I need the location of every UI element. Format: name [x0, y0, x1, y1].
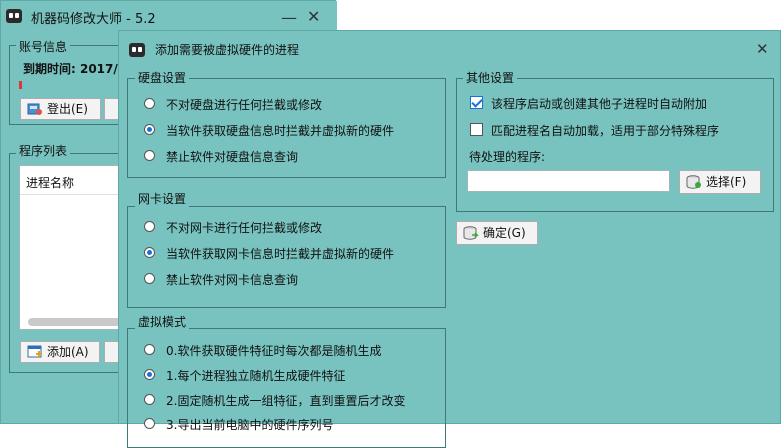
process-name-column-header[interactable]: 进程名称: [26, 174, 74, 191]
app-logo-icon: [6, 9, 22, 23]
radio-selected-icon: [144, 247, 155, 258]
virtual-mode-label: 虚拟模式: [135, 313, 190, 330]
radio-icon: [144, 394, 155, 405]
mode-option-1-label: 1.每个进程独立随机生成硬件特征: [166, 369, 346, 383]
disk-option-0-label: 不对硬盘进行任何拦截或修改: [166, 98, 323, 112]
pending-program-label: 待处理的程序:: [469, 150, 546, 164]
select-button[interactable]: 选择(F): [679, 170, 761, 194]
add-button[interactable]: 添加(A): [20, 341, 100, 363]
auto-attach-label: 该程序启动或创建其他子进程时自动附加: [491, 97, 708, 111]
status-indicator: [19, 81, 22, 89]
database-confirm-icon: [463, 226, 479, 240]
dialog-title: 添加需要被虚拟硬件的进程: [155, 43, 300, 57]
pending-program-input[interactable]: [467, 170, 670, 192]
nic-settings-label: 网卡设置: [135, 190, 190, 207]
radio-icon: [144, 273, 155, 284]
add-button-label: 添加(A): [47, 345, 89, 359]
account-group-label: 账号信息: [16, 38, 71, 55]
radio-icon: [144, 150, 155, 161]
add-window-icon: [27, 345, 43, 359]
disk-option-1-label: 当软件获取硬盘信息时拦截并虚拟新的硬件: [166, 124, 395, 138]
main-title-bar[interactable]: 机器码修改大师 - 5.2 — ✕: [1, 1, 337, 33]
minimize-icon[interactable]: —: [281, 10, 297, 26]
checkbox-checked-icon: [470, 96, 483, 109]
mode-option-3-label: 3.导出当前电脑中的硬件序列号: [166, 418, 334, 432]
nic-option-2-label: 禁止软件对网卡信息查询: [166, 273, 299, 287]
checkbox-icon: [470, 123, 483, 136]
add-process-dialog: 添加需要被虚拟硬件的进程 ✕ 硬盘设置 不对硬盘进行任何拦截或修改 当软件获取硬…: [118, 30, 781, 448]
dialog-close-icon[interactable]: ✕: [756, 41, 769, 57]
select-button-label: 选择(F): [706, 175, 747, 189]
nic-option-1-label: 当软件获取网卡信息时拦截并虚拟新的硬件: [166, 247, 395, 261]
logout-button[interactable]: 登出(E): [20, 98, 101, 120]
radio-icon: [144, 98, 155, 109]
other-settings-label: 其他设置: [463, 69, 518, 86]
match-process-label: 匹配进程名自动加载，适用于部分特殊程序: [491, 124, 720, 138]
ok-button[interactable]: 确定(G): [456, 221, 538, 245]
ok-button-label: 确定(G): [483, 226, 526, 240]
database-icon: [686, 175, 702, 189]
radio-icon: [144, 221, 155, 232]
logout-icon: [27, 102, 43, 116]
mode-option-0-label: 0.软件获取硬件特征时每次都是随机生成: [166, 344, 382, 358]
expiry-text: 到期时间: 2017/0: [23, 62, 127, 76]
radio-selected-icon: [144, 124, 155, 135]
radio-selected-icon: [144, 369, 155, 380]
program-list-label: 程序列表: [16, 142, 71, 159]
close-icon[interactable]: ✕: [307, 9, 320, 25]
disk-option-2-label: 禁止软件对硬盘信息查询: [166, 150, 299, 164]
nic-option-0-label: 不对网卡进行任何拦截或修改: [166, 221, 323, 235]
dialog-logo-icon: [129, 43, 145, 57]
disk-settings-label: 硬盘设置: [135, 69, 190, 86]
logout-button-label: 登出(E): [47, 102, 88, 116]
mode-option-2-label: 2.固定随机生成一组特征，直到重置后才改变: [166, 394, 406, 408]
radio-icon: [144, 344, 155, 355]
main-window-title: 机器码修改大师 - 5.2: [31, 12, 156, 27]
